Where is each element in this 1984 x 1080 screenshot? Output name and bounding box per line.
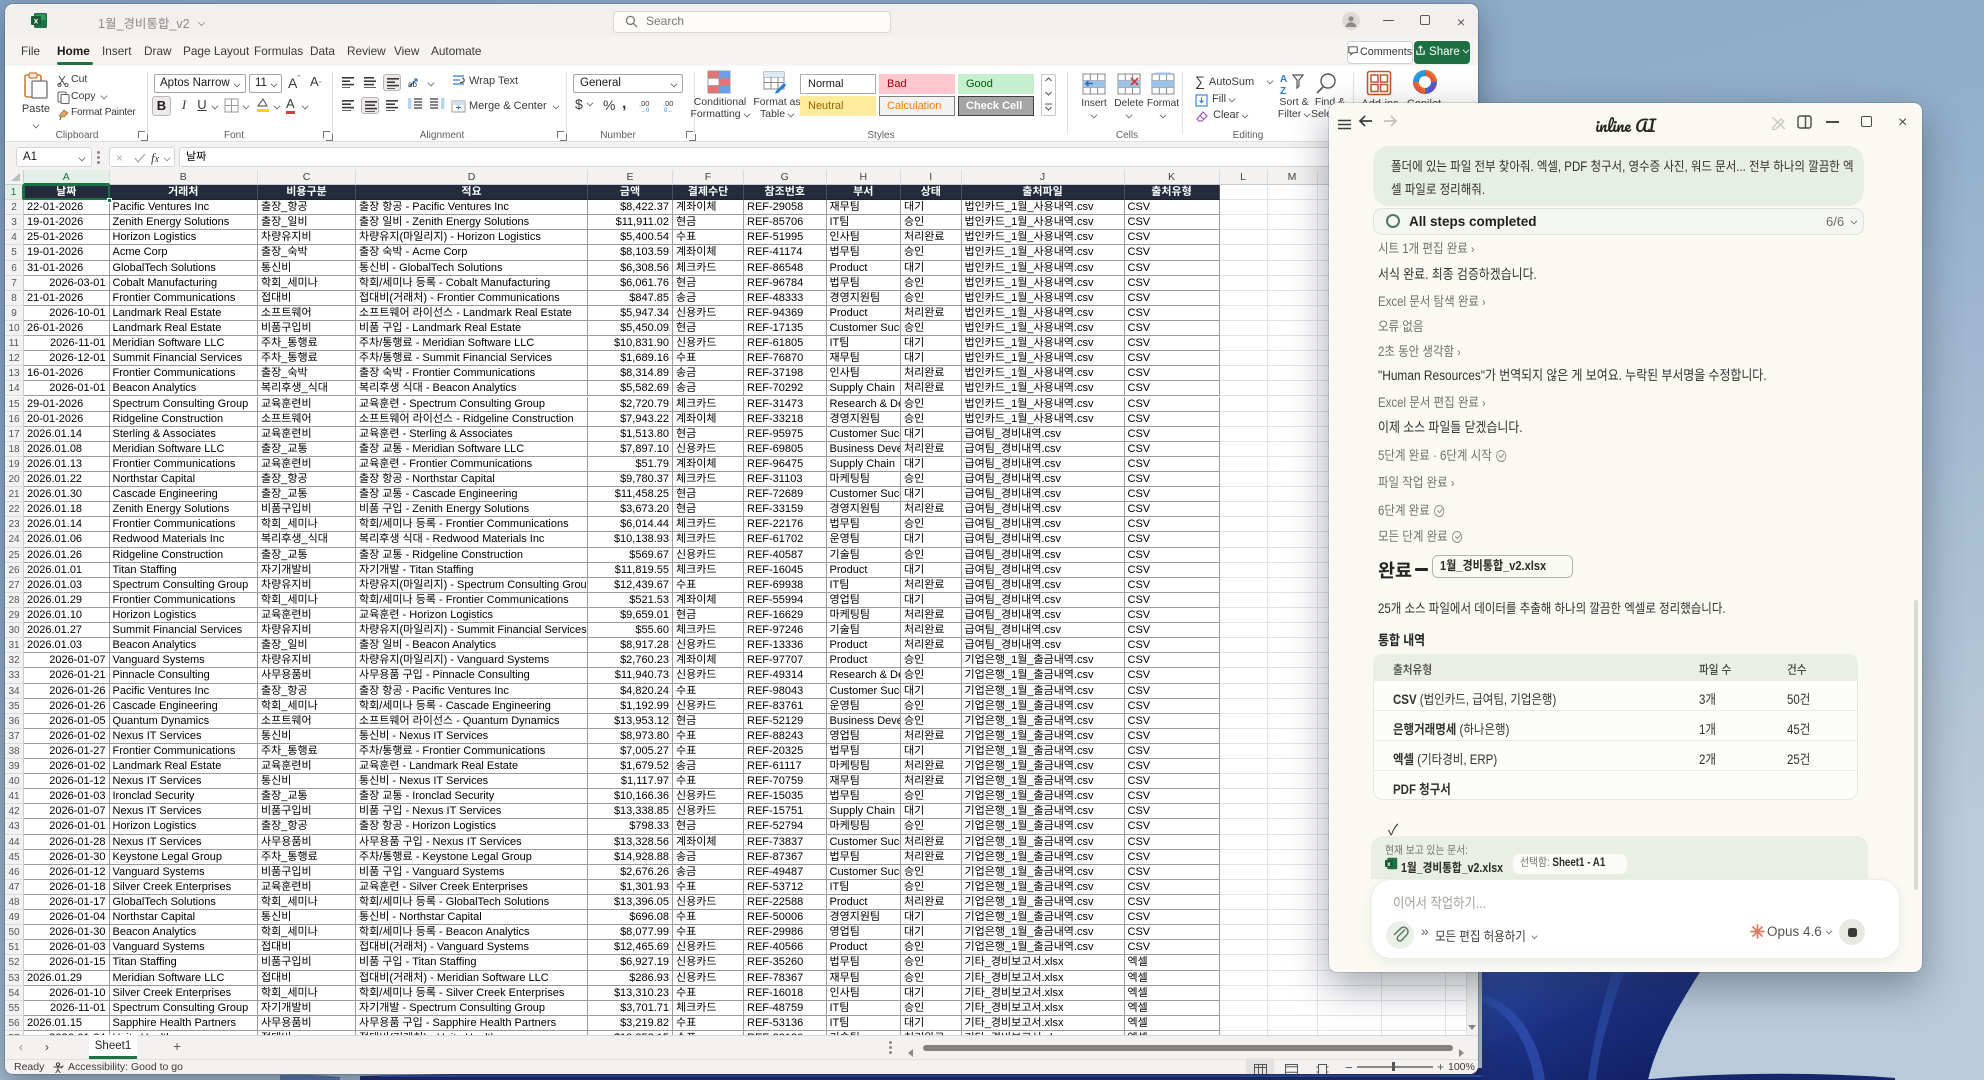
svg-text:x: x	[1387, 861, 1391, 868]
